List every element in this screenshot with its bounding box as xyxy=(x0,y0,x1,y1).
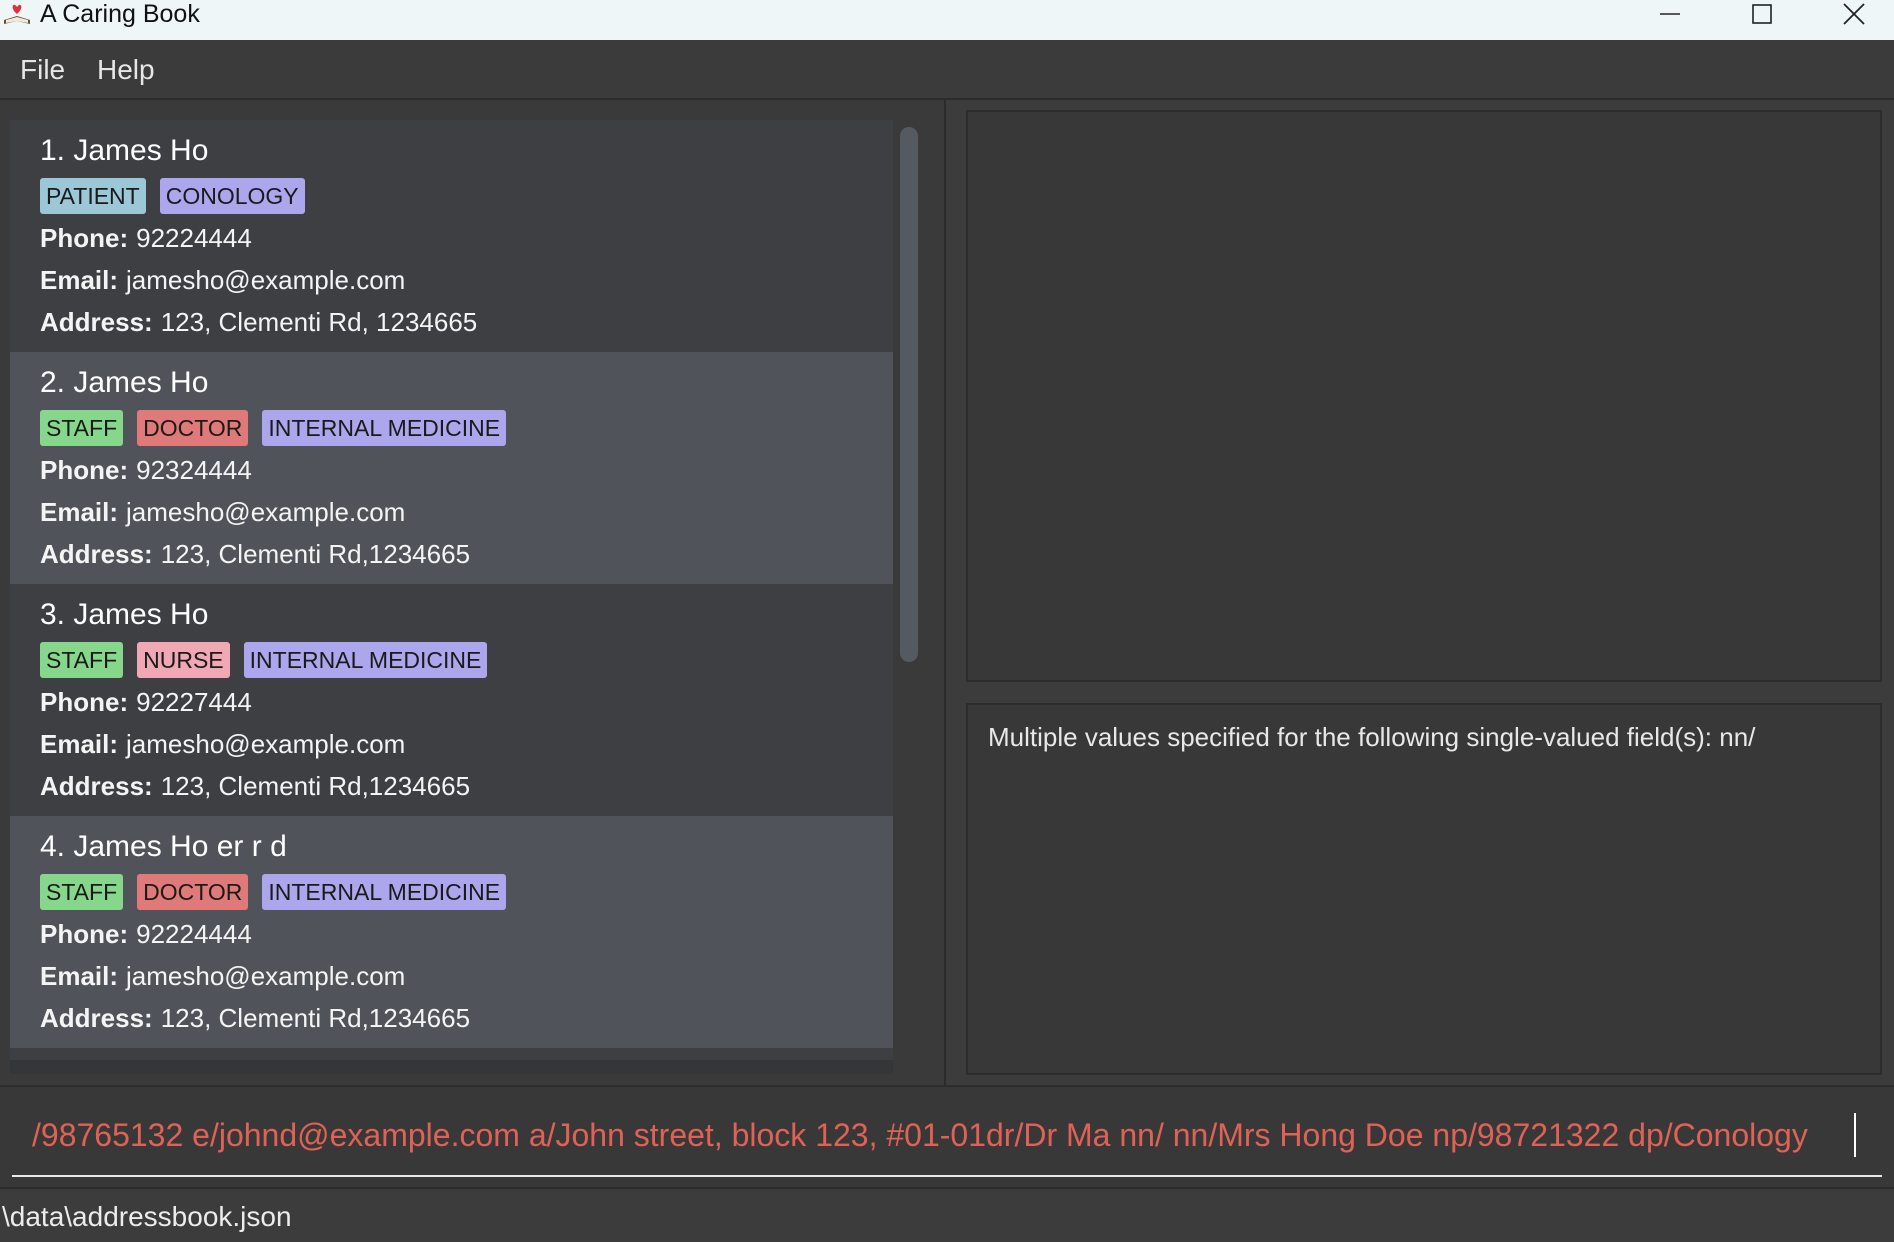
email-value: jamesho@example.com xyxy=(126,265,406,295)
menu-help[interactable]: Help xyxy=(77,40,175,98)
email-label: Email: xyxy=(40,497,119,527)
phone-value: 92224444 xyxy=(136,223,252,253)
tag: DOCTOR xyxy=(137,410,249,446)
address-value: 123, Clementi Rd,1234665 xyxy=(160,539,471,569)
address-value: 123, Clementi Rd,1234665 xyxy=(160,771,471,801)
phone-field: Phone: 92224444 xyxy=(40,222,252,254)
address-label: Address: xyxy=(40,1003,153,1033)
phone-field: Phone: 92224444 xyxy=(40,918,252,950)
tag: STAFF xyxy=(40,874,124,910)
phone-value: 92324444 xyxy=(136,455,252,485)
address-field: Address: 123, Clementi Rd, 1234665 xyxy=(40,306,477,338)
close-icon xyxy=(1842,2,1866,26)
email-field: Email: jamesho@example.com xyxy=(40,496,405,528)
tag-list: PATIENT CONOLOGY xyxy=(40,178,305,214)
tag: NURSE xyxy=(137,642,230,678)
address-label: Address: xyxy=(40,307,153,337)
minimize-icon xyxy=(1659,3,1681,25)
address-field: Address: 123, Clementi Rd,1234665 xyxy=(40,538,470,570)
email-label: Email: xyxy=(40,961,119,991)
command-box[interactable]: /98765132 e/johnd@example.com a/John str… xyxy=(0,1085,1894,1189)
phone-label: Phone: xyxy=(40,919,129,949)
email-value: jamesho@example.com xyxy=(126,729,406,759)
tag: INTERNAL MEDICINE xyxy=(243,642,488,678)
tag-list: STAFF DOCTOR INTERNAL MEDICINE xyxy=(40,874,507,910)
book-heart-icon xyxy=(2,2,32,28)
tag: DOCTOR xyxy=(137,874,249,910)
email-label: Email: xyxy=(40,729,119,759)
title-bar: A Caring Book xyxy=(0,0,1894,40)
address-label: Address: xyxy=(40,771,153,801)
status-bar: \data\addressbook.json xyxy=(0,1187,1894,1242)
address-label: Address: xyxy=(40,539,153,569)
result-message: Multiple values specified for the follow… xyxy=(988,722,1756,752)
email-value: jamesho@example.com xyxy=(126,961,406,991)
person-card[interactable]: 3. James Ho STAFF NURSE INTERNAL MEDICIN… xyxy=(10,584,893,816)
tag: PATIENT xyxy=(40,178,146,214)
menu-bar: File Help xyxy=(0,40,1894,100)
person-name: 3. James Ho xyxy=(40,598,209,631)
person-name: 4. James Ho er r d xyxy=(40,830,287,863)
address-value: 123, Clementi Rd,1234665 xyxy=(160,1003,471,1033)
minimize-button[interactable] xyxy=(1630,0,1710,28)
result-display: Multiple values specified for the follow… xyxy=(966,703,1882,1075)
command-input[interactable]: /98765132 e/johnd@example.com a/John str… xyxy=(32,1107,1808,1163)
person-card[interactable]: 4. James Ho er r d STAFF DOCTOR INTERNAL… xyxy=(10,816,893,1048)
phone-label: Phone: xyxy=(40,223,129,253)
address-value: 123, Clementi Rd, 1234665 xyxy=(160,307,478,337)
phone-field: Phone: 92227444 xyxy=(40,686,252,718)
email-value: jamesho@example.com xyxy=(126,497,406,527)
person-list-panel: 1. James Ho PATIENT CONOLOGY Phone: 92224… xyxy=(0,100,946,1085)
save-file-path: \data\addressbook.json xyxy=(2,1201,292,1232)
text-caret xyxy=(1854,1113,1856,1157)
close-button[interactable] xyxy=(1814,0,1894,28)
window-title: A Caring Book xyxy=(40,0,200,28)
person-name: 2. James Ho xyxy=(40,366,209,399)
menu-file[interactable]: File xyxy=(0,40,85,98)
address-field: Address: 123, Clementi Rd,1234665 xyxy=(40,770,470,802)
person-card[interactable]: 2. James Ho STAFF DOCTOR INTERNAL MEDICI… xyxy=(10,352,893,584)
phone-value: 92227444 xyxy=(136,687,252,717)
tag: INTERNAL MEDICINE xyxy=(262,410,507,446)
phone-value: 92224444 xyxy=(136,919,252,949)
maximize-button[interactable] xyxy=(1722,0,1802,28)
tag: STAFF xyxy=(40,410,124,446)
person-name: 1. James Ho xyxy=(40,134,209,167)
person-card[interactable]: 1. James Ho PATIENT CONOLOGY Phone: 92224… xyxy=(10,120,893,352)
phone-label: Phone: xyxy=(40,687,129,717)
tag-list: STAFF NURSE INTERNAL MEDICINE xyxy=(40,642,488,678)
person-list[interactable]: 1. James Ho PATIENT CONOLOGY Phone: 92224… xyxy=(10,120,893,1065)
phone-field: Phone: 92324444 xyxy=(40,454,252,486)
list-scrollbar-thumb[interactable] xyxy=(900,127,918,662)
email-field: Email: jamesho@example.com xyxy=(40,960,405,992)
command-underline xyxy=(12,1175,1882,1177)
maximize-icon xyxy=(1751,3,1773,25)
list-footer xyxy=(10,1060,893,1074)
tag-list: STAFF DOCTOR INTERNAL MEDICINE xyxy=(40,410,507,446)
tag: STAFF xyxy=(40,642,124,678)
phone-label: Phone: xyxy=(40,455,129,485)
email-field: Email: jamesho@example.com xyxy=(40,728,405,760)
address-field: Address: 123, Clementi Rd,1234665 xyxy=(40,1002,470,1034)
email-field: Email: jamesho@example.com xyxy=(40,264,405,296)
email-label: Email: xyxy=(40,265,119,295)
detail-panel xyxy=(966,110,1882,682)
tag: INTERNAL MEDICINE xyxy=(262,874,507,910)
tag: CONOLOGY xyxy=(159,178,305,214)
